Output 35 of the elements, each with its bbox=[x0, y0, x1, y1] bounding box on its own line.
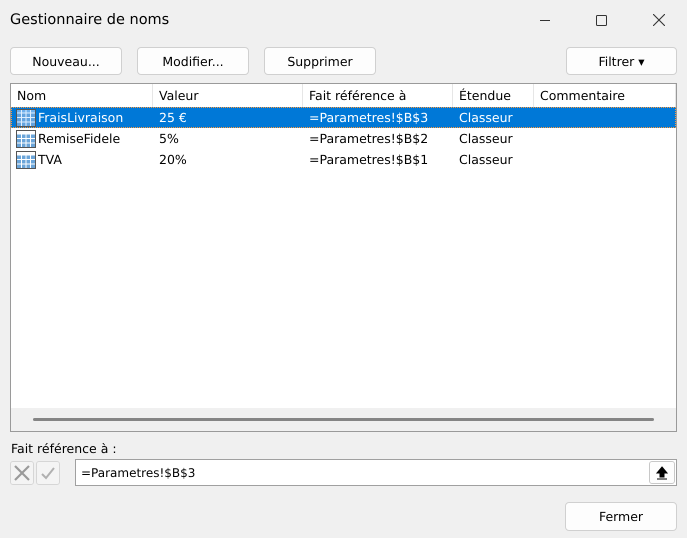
table-cell: =Parametres!$B$2 bbox=[309, 131, 428, 146]
action-button[interactable]: Modifier... bbox=[137, 47, 249, 75]
confirm-button[interactable] bbox=[36, 460, 60, 484]
table-cell: Classeur bbox=[459, 152, 513, 167]
maximize-icon bbox=[596, 14, 607, 26]
reference-field[interactable]: =Parametres!$B$3 bbox=[75, 459, 677, 486]
table-cell: 5% bbox=[159, 131, 179, 146]
table-icon bbox=[16, 108, 36, 126]
table-cell: Classeur bbox=[459, 131, 513, 146]
table-cell: =Parametres!$B$3 bbox=[309, 110, 428, 125]
checkmark-icon bbox=[40, 464, 56, 480]
table-icon bbox=[16, 130, 36, 148]
table-cell: 20% bbox=[159, 152, 187, 167]
cancel-button[interactable] bbox=[10, 460, 34, 484]
table-row[interactable]: FraisLivraison 25 € =Parametres!$B$3 Classeur bbox=[11, 107, 676, 128]
field-label: Fait référence à : bbox=[11, 441, 117, 456]
table-cell: 25 € bbox=[159, 110, 187, 125]
table-cell: FraisLivraison bbox=[38, 110, 124, 125]
scrollbar-thumb[interactable] bbox=[33, 418, 654, 421]
action-button[interactable]: Supprimer bbox=[264, 47, 376, 75]
close-icon bbox=[652, 14, 664, 26]
cross-icon bbox=[14, 464, 30, 480]
table-cell: RemiseFidele bbox=[38, 131, 120, 146]
window-title: Gestionnaire de noms bbox=[10, 12, 170, 28]
table-cell: =Parametres!$B$1 bbox=[309, 152, 428, 167]
close-dialog-button[interactable]: Fermer bbox=[565, 502, 677, 531]
upload-arrow-icon bbox=[656, 466, 668, 480]
table-row[interactable]: TVA 20% =Parametres!$B$1 Classeur bbox=[11, 149, 676, 170]
filter-button[interactable]: Filtrer ▾ bbox=[566, 47, 677, 75]
table-cell: TVA bbox=[38, 152, 62, 167]
collapse-button[interactable] bbox=[649, 461, 675, 484]
table-cell: Classeur bbox=[459, 110, 513, 125]
table-row[interactable]: RemiseFidele 5% =Parametres!$B$2 Classeur bbox=[11, 128, 676, 149]
table-icon bbox=[16, 150, 36, 168]
action-button[interactable]: Nouveau... bbox=[10, 47, 122, 75]
